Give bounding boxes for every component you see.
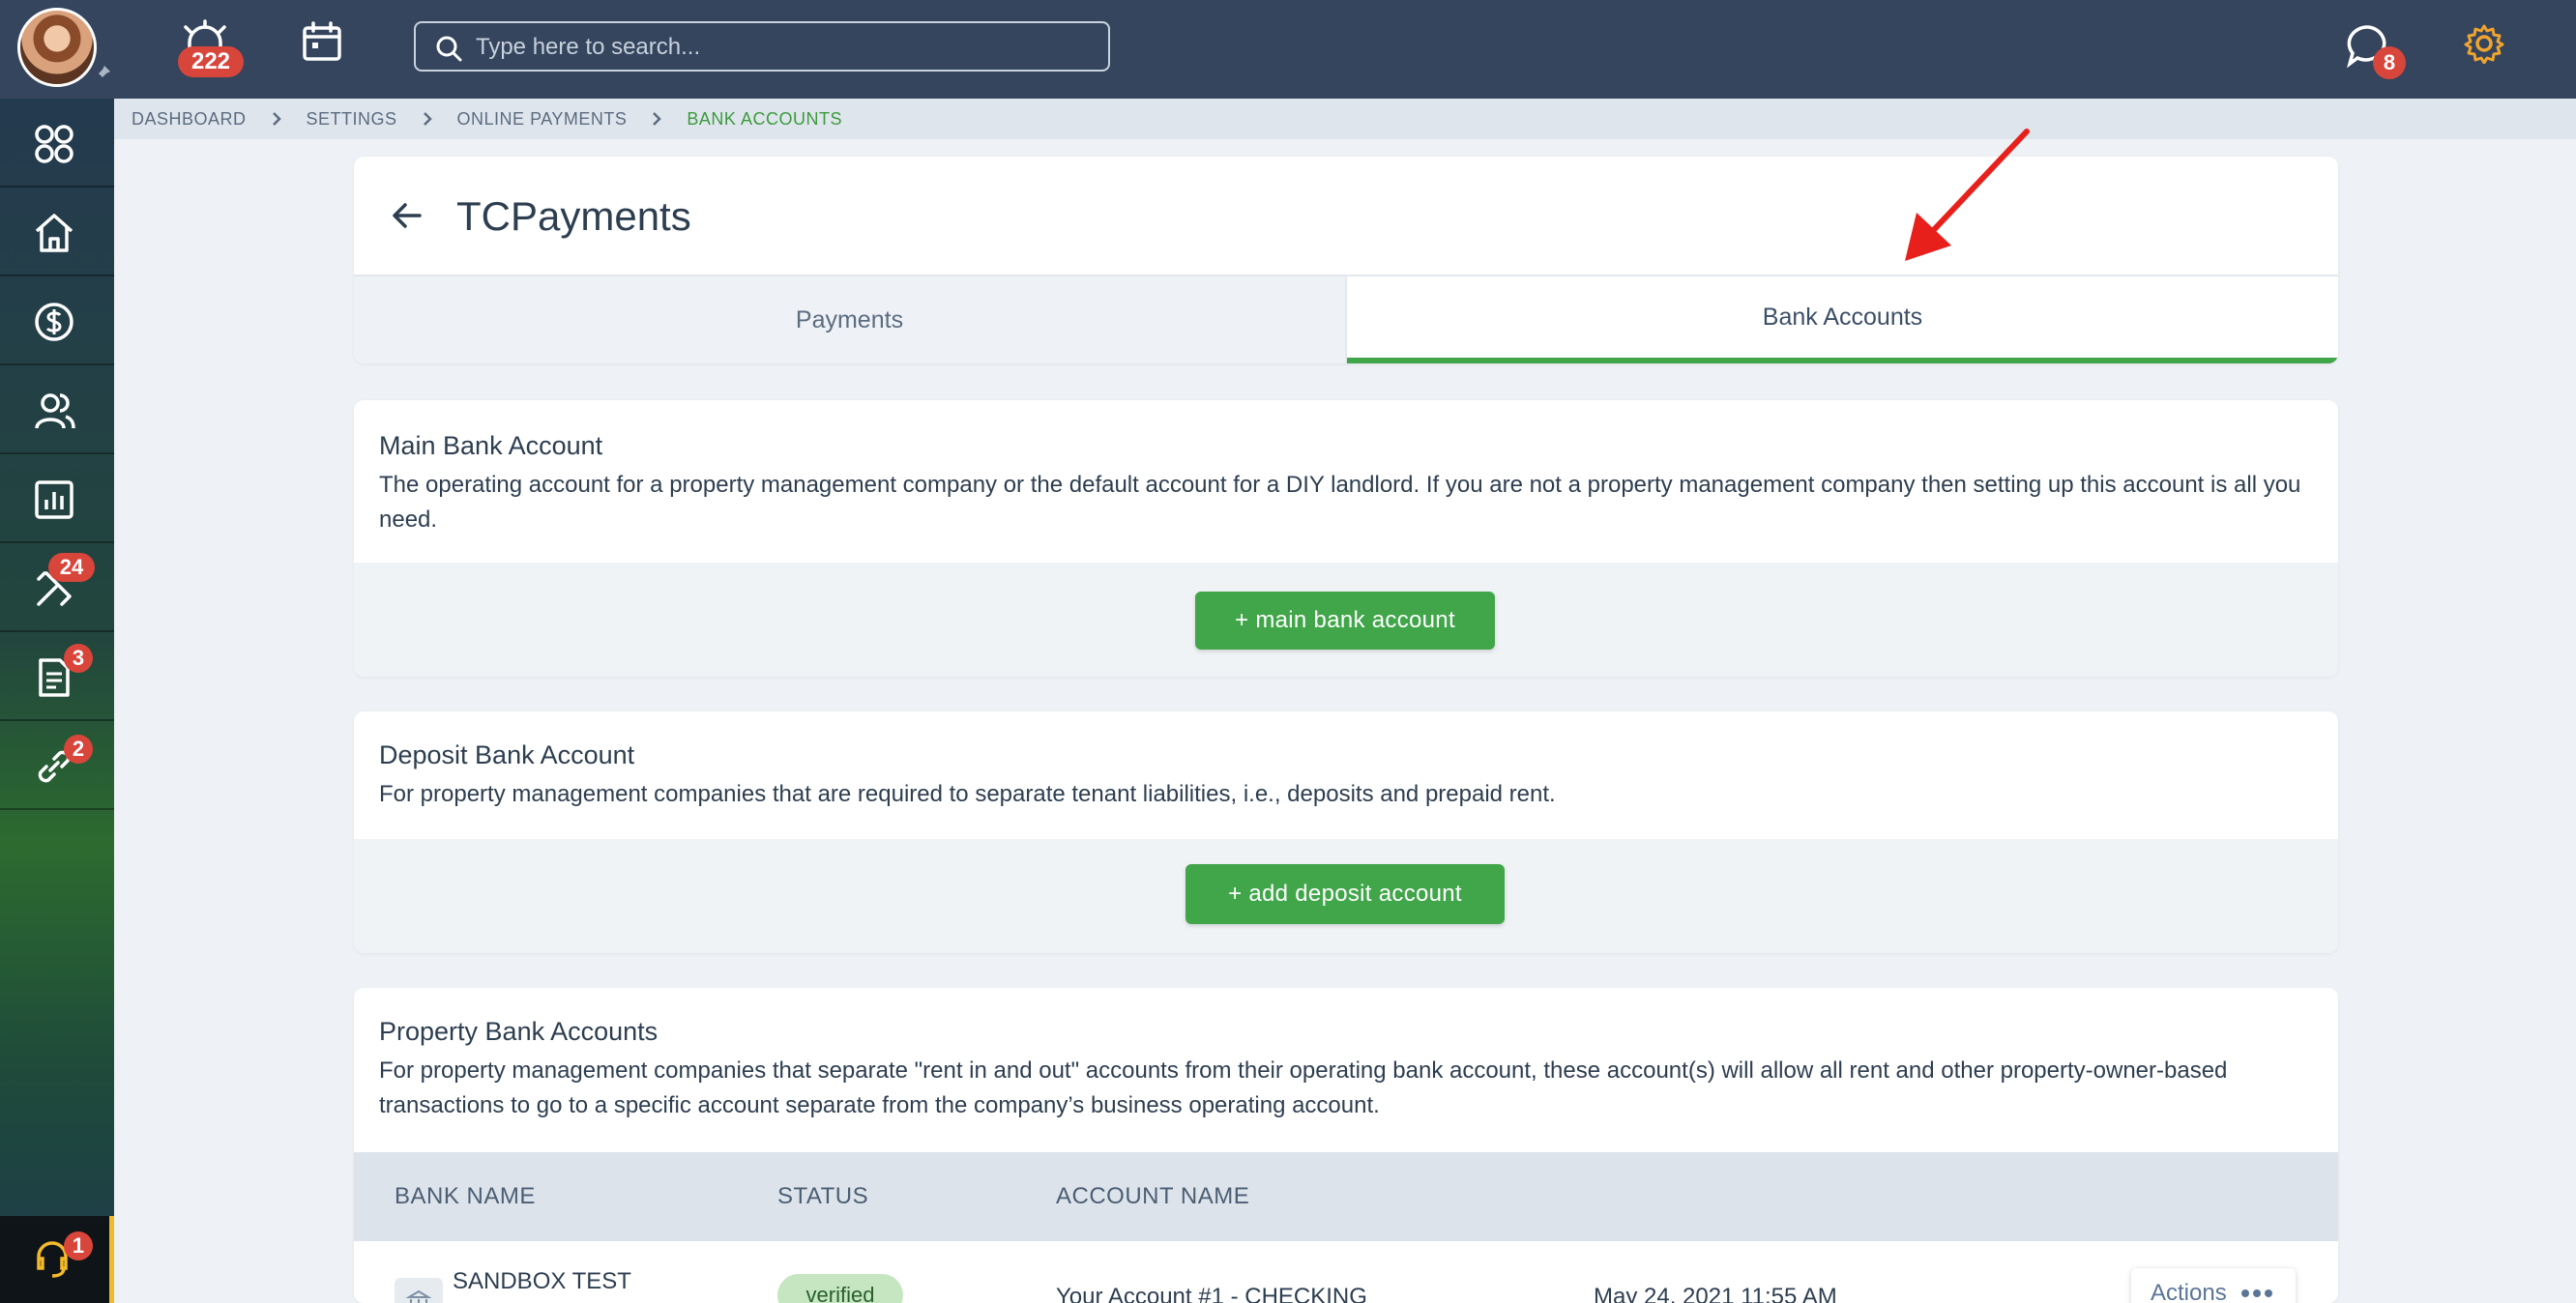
back-arrow-icon[interactable] bbox=[391, 199, 424, 232]
people-icon bbox=[35, 393, 75, 429]
dollar-icon bbox=[35, 303, 73, 341]
sidebar-item-people[interactable] bbox=[0, 365, 114, 454]
sidebar-item-documents[interactable]: 3 bbox=[0, 632, 114, 721]
actions-button[interactable]: Actions bbox=[2131, 1268, 2296, 1303]
sidebar-item-links[interactable]: 2 bbox=[0, 721, 114, 810]
more-dots-icon bbox=[2240, 1289, 2272, 1297]
actions-label: Actions bbox=[2151, 1280, 2227, 1303]
sidebar-item-payments[interactable] bbox=[0, 276, 114, 365]
notifications-badge: 222 bbox=[178, 46, 244, 77]
sidebar-badge: 2 bbox=[64, 735, 93, 764]
pin-icon bbox=[95, 66, 110, 81]
support-badge: 1 bbox=[64, 1231, 93, 1260]
search-input[interactable] bbox=[476, 31, 1095, 64]
gear-icon[interactable] bbox=[2464, 23, 2504, 64]
chevron-right-icon bbox=[423, 112, 432, 126]
section-footer: + add deposit account bbox=[354, 839, 2338, 953]
breadcrumb-settings[interactable]: SETTINGS bbox=[307, 109, 397, 130]
section-description: For property management companies that s… bbox=[379, 1057, 2228, 1118]
table-header: BANK NAME STATUS ACCOUNT NAME bbox=[354, 1152, 2338, 1241]
chevron-right-icon bbox=[272, 112, 281, 126]
sidebar-item-apps[interactable] bbox=[0, 99, 114, 188]
home-icon bbox=[35, 214, 73, 252]
apps-grid-icon bbox=[35, 125, 73, 163]
sidebar-item-maintenance[interactable]: 24 bbox=[0, 543, 114, 632]
section-title: Property Bank Accounts bbox=[379, 1017, 659, 1046]
section-description: For property management companies that a… bbox=[379, 781, 1556, 807]
page-title: TCPayments bbox=[456, 193, 691, 239]
top-bar: 222 8 bbox=[0, 0, 2576, 99]
main-bank-account-card: Main Bank Account The operating account … bbox=[354, 400, 2338, 677]
sidebar-item-home[interactable] bbox=[0, 188, 114, 276]
sidebar-item-reports[interactable] bbox=[0, 454, 114, 543]
reports-icon bbox=[35, 480, 73, 519]
account-name-cell: Your Account #1 - CHECKING bbox=[1056, 1284, 1367, 1303]
tab-bank-accounts[interactable]: Bank Accounts bbox=[1347, 276, 2338, 363]
breadcrumb: DASHBOARD SETTINGS ONLINE PAYMENTS BANK … bbox=[114, 99, 2576, 139]
search-box[interactable] bbox=[414, 21, 1110, 72]
annotation-arrow-icon bbox=[1905, 129, 2030, 261]
chevron-right-icon bbox=[653, 112, 662, 126]
search-icon bbox=[436, 36, 462, 62]
page-header-card: TCPayments Payments Bank Accounts bbox=[354, 157, 2338, 363]
user-avatar[interactable] bbox=[17, 8, 97, 87]
tabs: Payments Bank Accounts bbox=[354, 275, 2338, 363]
add-main-bank-account-button[interactable]: + main bank account bbox=[1195, 592, 1495, 650]
section-title: Deposit Bank Account bbox=[379, 740, 635, 769]
calendar-icon[interactable] bbox=[302, 21, 342, 62]
bank-icon bbox=[395, 1278, 443, 1303]
section-description: The operating account for a property man… bbox=[379, 472, 2301, 533]
breadcrumb-dashboard[interactable]: DASHBOARD bbox=[132, 109, 247, 130]
breadcrumb-online-payments[interactable]: ONLINE PAYMENTS bbox=[457, 109, 628, 130]
date-cell: May 24, 2021 11:55 AM bbox=[1594, 1284, 1837, 1303]
support-button[interactable]: 1 bbox=[0, 1216, 114, 1303]
tab-payments[interactable]: Payments bbox=[354, 276, 1347, 363]
sidebar-badge: 24 bbox=[48, 553, 95, 582]
column-header-account-name[interactable]: ACCOUNT NAME bbox=[1056, 1183, 1249, 1210]
messages-badge: 8 bbox=[2373, 46, 2406, 79]
sidebar-badge: 3 bbox=[64, 644, 93, 673]
column-header-bank-name[interactable]: BANK NAME bbox=[395, 1183, 536, 1210]
bank-name-cell: SANDBOX TEST bbox=[453, 1268, 631, 1294]
status-badge: verified bbox=[777, 1274, 903, 1303]
sidebar: 24 3 2 bbox=[0, 99, 114, 1303]
section-footer: + main bank account bbox=[354, 563, 2338, 677]
section-title: Main Bank Account bbox=[379, 431, 603, 460]
column-header-status[interactable]: STATUS bbox=[777, 1183, 868, 1210]
deposit-bank-account-card: Deposit Bank Account For property manage… bbox=[354, 711, 2338, 953]
property-bank-accounts-card: Property Bank Accounts For property mana… bbox=[354, 988, 2338, 1303]
add-deposit-account-button[interactable]: + add deposit account bbox=[1186, 864, 1505, 924]
breadcrumb-bank-accounts: BANK ACCOUNTS bbox=[687, 108, 842, 129]
